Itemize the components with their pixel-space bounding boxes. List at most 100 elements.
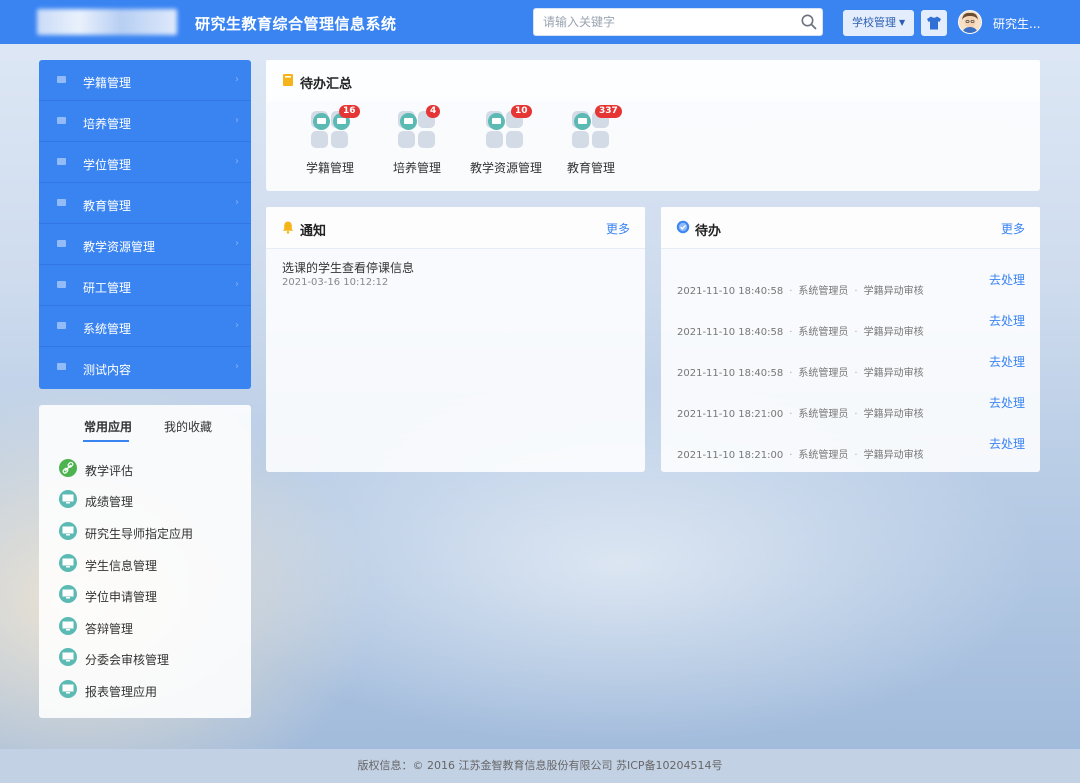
app-item-xueweishenqing[interactable]: 学位申请管理 [59, 585, 249, 605]
user-avatar[interactable] [958, 10, 982, 34]
todo-item-sender: 系统管理员 [798, 409, 849, 420]
chevron-right-icon: › [235, 279, 239, 290]
app-grid-icon: 337 [572, 105, 622, 149]
todo-item-type: 学籍异动审核 [863, 286, 924, 297]
count-badge: 16 [339, 105, 360, 118]
app-item-xueshengxinxi[interactable]: 学生信息管理 [59, 554, 249, 574]
app-item-label: 报表管理应用 [85, 685, 158, 699]
card-header: 通知 更多 [266, 207, 645, 249]
todo-process-link[interactable]: 去处理 [989, 435, 1025, 452]
todo-item-type: 学籍异动审核 [863, 409, 924, 420]
summary-item-xueji[interactable]: 16 学籍管理 [304, 105, 360, 176]
chevron-right-icon: › [235, 320, 239, 331]
todo-item-type: 学籍异动审核 [863, 368, 924, 379]
todo-item: 2021-11-10 18:21:00 · 系统管理员 · 学籍异动审核 去处理 [677, 394, 1025, 420]
sidebar-item-jiaoxueziyuan[interactable]: 教学资源管理 › [39, 224, 251, 265]
todo-item-sender: 系统管理员 [798, 286, 849, 297]
sidebar-item-jiaoyu[interactable]: 教育管理 › [39, 183, 251, 224]
app-item-label: 研究生导师指定应用 [85, 527, 194, 541]
notice-card: 通知 更多 选课的学生查看停课信息 2021-03-16 10:12:12 [266, 207, 645, 472]
app-item-label: 成绩管理 [85, 495, 134, 509]
app-item-baobiao[interactable]: 报表管理应用 [59, 680, 249, 700]
todo-process-link[interactable]: 去处理 [989, 353, 1025, 370]
sidebar-item-yangong[interactable]: 研工管理 › [39, 265, 251, 306]
monitor-icon [59, 680, 77, 698]
menu-bullet-icon [57, 76, 66, 83]
notice-item-time: 2021-03-16 10:12:12 [282, 277, 389, 288]
todo-item: 2021-11-10 18:40:58 · 系统管理员 · 学籍异动审核 去处理 [677, 271, 1025, 297]
summary-item-jiaoyu[interactable]: 337 教育管理 [565, 105, 622, 176]
search-box [533, 8, 823, 36]
sidebar-item-xuewei[interactable]: 学位管理 › [39, 142, 251, 183]
app-grid-icon: 4 [398, 105, 441, 149]
app-item-label: 答辩管理 [85, 622, 134, 636]
chevron-right-icon: › [235, 115, 239, 126]
tab-common-apps[interactable]: 常用应用 [84, 418, 132, 435]
monitor-icon [59, 554, 77, 572]
user-avatar-icon [959, 11, 981, 33]
monitor-icon [59, 648, 77, 666]
notice-more-link[interactable]: 更多 [606, 220, 630, 237]
app-item-fenweihui[interactable]: 分委会审核管理 [59, 648, 249, 668]
monitor-icon [59, 490, 77, 508]
app-item-jiaoxuepinggu[interactable]: 教学评估 [59, 459, 249, 479]
sidebar-item-label: 教学资源管理 [83, 240, 156, 254]
caret-down-icon: ▼ [899, 18, 906, 27]
sidebar-item-xueji[interactable]: 学籍管理 › [39, 60, 251, 101]
sidebar-item-label: 学位管理 [83, 158, 132, 172]
tab-favorites[interactable]: 我的收藏 [164, 418, 212, 435]
todo-item-meta: 2021-11-10 18:40:58 · 系统管理员 · 学籍异动审核 [677, 327, 924, 338]
role-switch-label: 学校管理 [852, 16, 896, 29]
chevron-right-icon: › [235, 361, 239, 372]
todo-item-time: 2021-11-10 18:21:00 [677, 409, 784, 420]
search-icon[interactable] [800, 13, 818, 31]
todo-item: 2021-11-10 18:40:58 · 系统管理员 · 学籍异动审核 去处理 [677, 312, 1025, 338]
todo-process-link[interactable]: 去处理 [989, 271, 1025, 288]
todo-item-time: 2021-11-10 18:40:58 [677, 286, 784, 297]
notice-item-title[interactable]: 选课的学生查看停课信息 [282, 259, 414, 276]
app-grid-icon: 16 [311, 105, 360, 149]
chevron-right-icon: › [235, 238, 239, 249]
app-item-daoshizhiding[interactable]: 研究生导师指定应用 [59, 522, 249, 542]
app-item-chengji[interactable]: 成绩管理 [59, 490, 249, 510]
summary-item-label: 培养管理 [392, 161, 441, 175]
todo-more-link[interactable]: 更多 [1001, 220, 1025, 237]
monitor-icon [59, 617, 77, 635]
role-switch-button[interactable]: 学校管理 ▼ [843, 10, 915, 36]
tshirt-icon [927, 16, 941, 30]
todo-item-meta: 2021-11-10 18:40:58 · 系统管理员 · 学籍异动审核 [677, 286, 924, 297]
todo-item-sender: 系统管理员 [798, 327, 849, 338]
sidebar-item-label: 研工管理 [83, 281, 132, 295]
card-title: 通知 [300, 224, 327, 239]
link-icon [59, 459, 77, 477]
school-logo[interactable] [37, 9, 177, 35]
app-grid-icon: 10 [486, 105, 532, 149]
skin-button[interactable] [921, 10, 947, 36]
todo-item-sender: 系统管理员 [798, 450, 849, 461]
summary-item-jiaoxueziyuan[interactable]: 10 教学资源管理 [470, 105, 543, 176]
app-item-dabian[interactable]: 答辩管理 [59, 617, 249, 637]
summary-item-peiyang[interactable]: 4 培养管理 [391, 105, 443, 176]
app-item-label: 教学评估 [85, 464, 134, 478]
summary-item-label: 教学资源管理 [470, 161, 543, 175]
sidebar-item-xitong[interactable]: 系统管理 › [39, 306, 251, 347]
todo-item-meta: 2021-11-10 18:21:00 · 系统管理员 · 学籍异动审核 [677, 409, 924, 420]
search-input[interactable] [534, 9, 784, 35]
quick-apps-panel: 常用应用 我的收藏 教学评估 成绩管理 研究生导师指定应用 学生信息管理 学位申… [39, 405, 251, 718]
todo-process-link[interactable]: 去处理 [989, 394, 1025, 411]
app-item-label: 学生信息管理 [85, 559, 158, 573]
sidebar-item-ceshi[interactable]: 测试内容 › [39, 347, 251, 388]
todo-item-type: 学籍异动审核 [863, 327, 924, 338]
monitor-icon [59, 585, 77, 603]
todo-item: 2021-11-10 18:40:58 · 系统管理员 · 学籍异动审核 去处理 [677, 353, 1025, 379]
user-name[interactable]: 研究生... [993, 15, 1040, 32]
todo-item: 2021-11-10 18:21:00 · 系统管理员 · 学籍异动审核 去处理 [677, 435, 1025, 461]
count-badge: 10 [511, 105, 532, 118]
top-header: 研究生教育综合管理信息系统 学校管理▼ 研究生... [0, 0, 1080, 44]
todo-process-link[interactable]: 去处理 [989, 312, 1025, 329]
menu-bullet-icon [57, 158, 66, 165]
sidebar-item-peiyang[interactable]: 培养管理 › [39, 101, 251, 142]
todo-item-time: 2021-11-10 18:40:58 [677, 327, 784, 338]
todo-item-time: 2021-11-10 18:21:00 [677, 450, 784, 461]
card-header: 待办 更多 [661, 207, 1040, 249]
